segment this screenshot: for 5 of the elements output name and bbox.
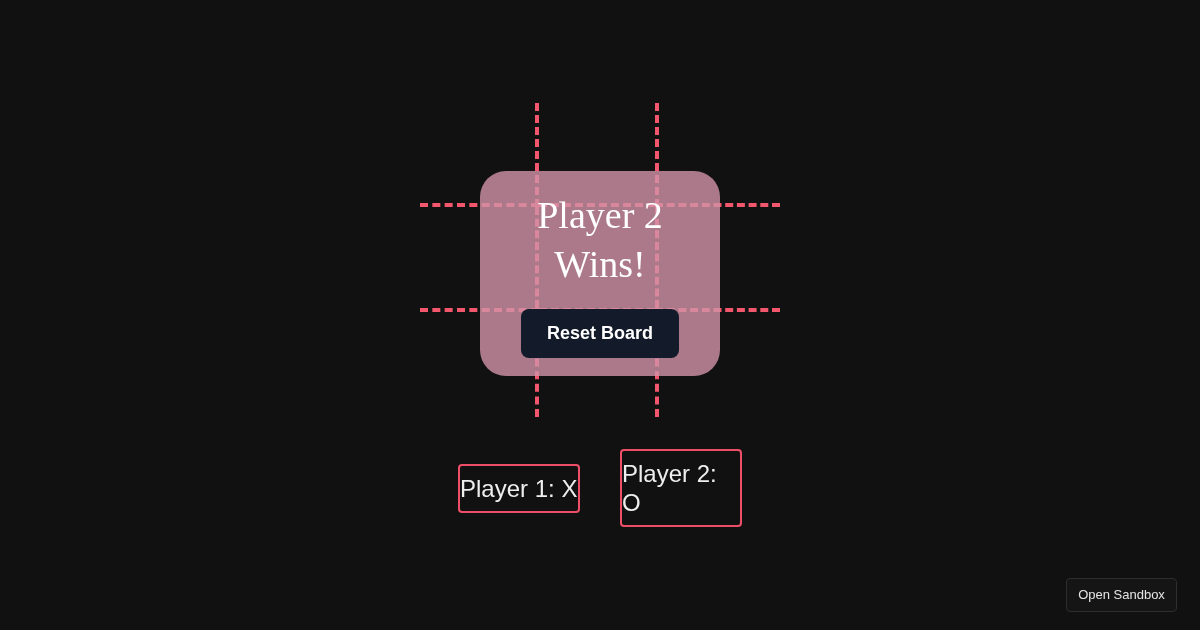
player-label: Player 2: O [620, 449, 742, 527]
open-sandbox-button[interactable]: Open Sandbox [1066, 578, 1177, 612]
reset-board-button[interactable]: Reset Board [521, 309, 679, 358]
player-label: Player 1: X [458, 463, 580, 513]
win-message: Player 2 Wins! [536, 193, 664, 287]
